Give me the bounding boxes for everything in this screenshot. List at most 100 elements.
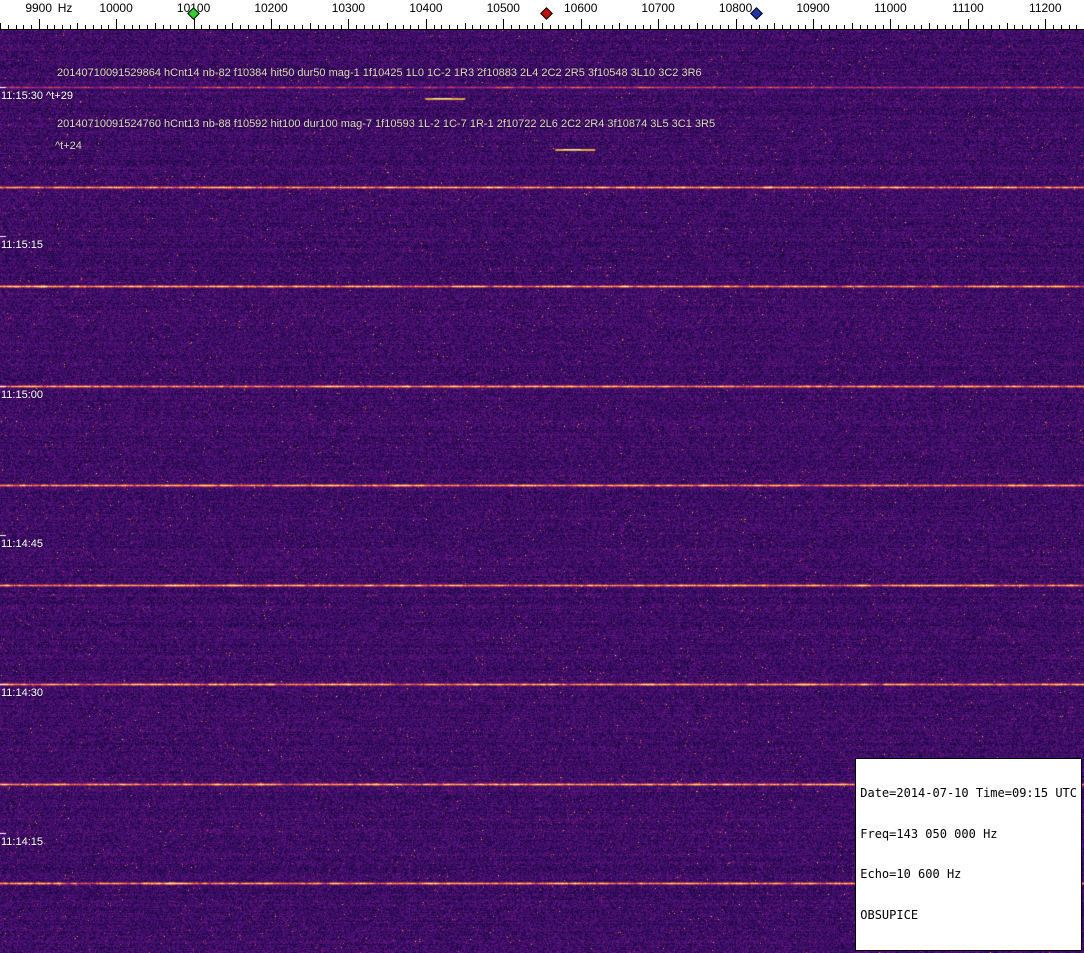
info-echo-line: Echo=10 600 Hz [860, 867, 962, 881]
freq-tick [495, 25, 497, 29]
freq-tick [85, 25, 87, 29]
freq-tick [1076, 25, 1078, 29]
freq-tick [913, 25, 915, 29]
freq-tick [441, 25, 443, 29]
freq-tick [472, 25, 474, 29]
freq-tick [31, 25, 32, 29]
freq-tick [712, 25, 714, 29]
freq-tick [263, 25, 265, 29]
freq-tick [201, 25, 203, 29]
freq-tick [402, 25, 404, 29]
time-label: 11:14:30 [1, 687, 44, 699]
freq-tick [425, 19, 427, 29]
freq-tick [209, 25, 211, 29]
freq-tick-label: 9900 [25, 1, 53, 15]
freq-tick [874, 25, 876, 29]
freq-tick [154, 23, 156, 29]
freq-tick [859, 25, 861, 29]
detection-annotation: 20140710091529864 hCnt14 nb-82 f10384 hi… [57, 67, 702, 79]
freq-tick [658, 19, 660, 29]
freq-tick [394, 25, 396, 29]
freq-tick [936, 25, 938, 29]
freq-tick [379, 25, 381, 29]
freq-tick-label: 10000 [99, 1, 133, 15]
time-label: 11:14:15 [1, 836, 44, 848]
freq-tick [170, 25, 172, 29]
freq-tick [54, 25, 56, 29]
freq-tick [952, 25, 954, 29]
freq-tick [92, 25, 94, 29]
freq-tick [15, 25, 17, 29]
time-label: 11:14:45 [1, 538, 44, 550]
freq-tick [480, 25, 482, 29]
freq-tick [975, 25, 977, 29]
freq-tick [340, 25, 342, 29]
freq-tick [108, 25, 110, 29]
freq-tick [456, 25, 458, 29]
detection-tag: ^t+24 [55, 140, 82, 152]
freq-tick [867, 25, 869, 29]
freq-tick [960, 25, 962, 29]
freq-tick [1045, 19, 1047, 29]
freq-tick-label: 10300 [331, 1, 366, 15]
freq-tick [627, 25, 629, 29]
freq-tick [317, 25, 319, 29]
freq-tick [1014, 25, 1016, 29]
freq-tick [271, 19, 272, 29]
freq-tick [557, 25, 559, 29]
freq-tick [944, 25, 946, 29]
freq-tick [727, 25, 729, 29]
freq-tick [921, 25, 923, 29]
time-label: 11:15:15 [1, 239, 44, 251]
freq-tick [46, 25, 48, 29]
freq-tick [511, 25, 512, 29]
freq-tick [503, 19, 505, 29]
freq-tick [751, 25, 753, 29]
freq-tick [147, 25, 149, 29]
freq-tick-label: 10900 [796, 1, 830, 15]
waterfall-area: 11:15:30 ^t+29 11:15:15 11:15:00 11:14:45 11… [0, 30, 1084, 953]
freq-tick [805, 25, 807, 29]
freq-tick [100, 25, 102, 29]
freq-tick [603, 25, 605, 29]
freq-tick [534, 25, 536, 29]
freq-tick [611, 25, 613, 29]
detection-annotation: 20140710091524760 hCnt13 nb-88 f10592 hi… [57, 118, 716, 130]
freq-tick [255, 25, 257, 29]
freq-tick [526, 25, 528, 29]
frequency-ruler: 9900100001010010200103001040010500106001… [0, 0, 1084, 30]
freq-tick [162, 25, 164, 29]
freq-tick [224, 25, 226, 29]
freq-tick [689, 25, 691, 29]
freq-tick [929, 23, 931, 29]
freq-tick [665, 25, 667, 29]
freq-tick [774, 23, 776, 29]
freq-tick-label: 10700 [641, 1, 675, 15]
freq-tick [836, 25, 838, 29]
freq-tick [1060, 25, 1062, 29]
red-marker-icon[interactable] [540, 7, 554, 20]
freq-tick [549, 25, 551, 29]
freq-tick [882, 25, 884, 29]
freq-tick [38, 19, 40, 29]
freq-tick [851, 23, 853, 29]
freq-tick [983, 25, 985, 29]
freq-tick [410, 25, 412, 29]
freq-tick [820, 25, 822, 29]
freq-tick [371, 25, 373, 29]
freq-tick [7, 25, 9, 29]
freq-tick [565, 25, 567, 29]
freq-tick-label: 10400 [409, 1, 443, 15]
freq-tick [193, 19, 195, 29]
freq-tick [905, 25, 907, 29]
freq-tick [178, 25, 180, 29]
freq-tick [696, 23, 698, 29]
freq-unit-label: Hz [57, 1, 73, 15]
freq-tick [302, 25, 303, 29]
freq-tick [588, 25, 590, 29]
freq-tick [387, 23, 389, 29]
freq-tick [23, 25, 25, 29]
freq-tick [1029, 25, 1031, 29]
freq-tick [967, 19, 969, 29]
freq-tick-label: 11000 [874, 1, 907, 15]
